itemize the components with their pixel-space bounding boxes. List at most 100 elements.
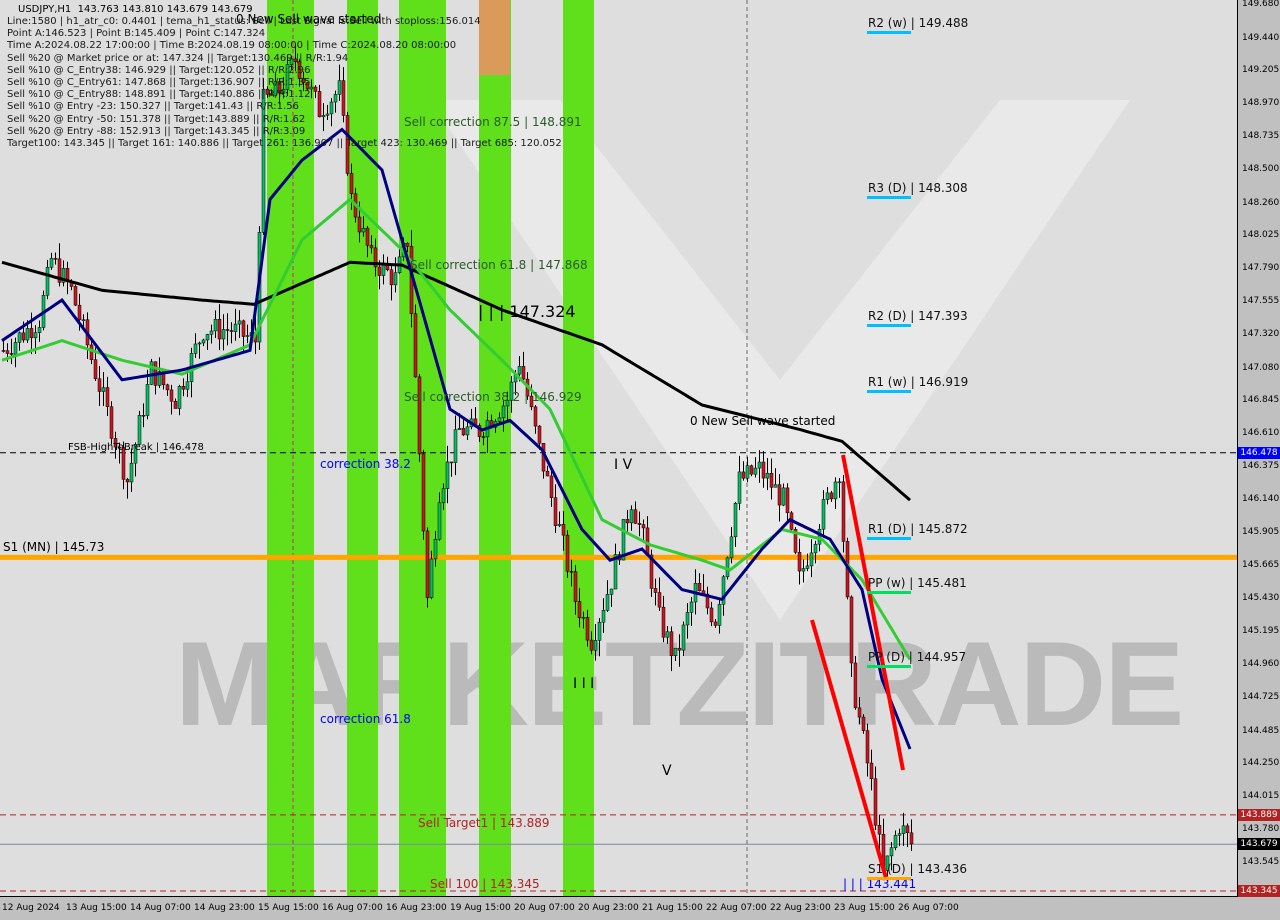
bull-candle: [333, 94, 338, 103]
bull-candle: [765, 472, 770, 479]
y-tick-label: 143.545: [1242, 856, 1280, 867]
wave-v-label: V: [662, 763, 672, 779]
pivot-line: [867, 30, 911, 34]
bull-candle: [245, 335, 250, 337]
bull-candle: [689, 601, 694, 613]
pivot-line: [867, 323, 911, 327]
bear-candle: [797, 552, 802, 572]
bear-candle: [537, 425, 542, 444]
x-tick-label: 12 Aug 2024: [2, 903, 60, 913]
bear-candle: [637, 523, 642, 525]
x-tick-label: 14 Aug 07:00: [130, 903, 191, 913]
bear-candle: [877, 825, 882, 835]
pivot-label: R2 (w) | 149.488: [868, 15, 969, 30]
bear-candle: [561, 524, 566, 536]
bear-candle: [109, 406, 114, 439]
bear-candle: [577, 601, 582, 619]
y-tick-label: 147.320: [1242, 329, 1280, 340]
y-tick-label: 148.735: [1242, 131, 1280, 142]
bull-candle: [809, 552, 814, 567]
bull-candle: [325, 113, 330, 116]
orange-band: [479, 0, 510, 75]
bull-candle: [45, 267, 50, 296]
price-tag: 146.478: [1238, 446, 1280, 459]
bull-candle: [445, 461, 450, 489]
green-band: [399, 0, 446, 896]
bull-candle: [129, 462, 134, 483]
x-tick-label: 14 Aug 23:00: [194, 903, 255, 913]
sell-100-label: Sell 100 | 143.345: [430, 877, 540, 891]
bull-candle: [33, 332, 38, 339]
bear-candle: [229, 330, 234, 332]
new-sell-wave-label: 0 New Sell wave started: [236, 12, 382, 26]
bear-candle: [905, 825, 910, 834]
bull-candle: [597, 621, 602, 641]
s1-mn-label: S1 (MN) | 145.73: [3, 540, 105, 554]
y-tick-label: 148.260: [1242, 197, 1280, 208]
bull-candle: [889, 847, 894, 857]
bear-candle: [449, 461, 454, 464]
chart-window: MARKETZITRADE USDJPY,H1 143.763 143.810 …: [0, 0, 1280, 920]
bull-candle: [17, 332, 22, 343]
bear-candle: [369, 245, 374, 249]
bear-candle: [869, 762, 874, 779]
bull-candle: [733, 503, 738, 538]
bull-candle: [49, 258, 54, 268]
bull-candle: [757, 461, 762, 469]
y-tick-label: 145.430: [1242, 593, 1280, 604]
plot-area[interactable]: MARKETZITRADE USDJPY,H1 143.763 143.810 …: [0, 0, 1238, 897]
bear-candle: [769, 472, 774, 488]
bull-candle: [745, 465, 750, 479]
bear-candle: [217, 318, 222, 340]
bull-candle: [773, 484, 778, 488]
bull-candle: [609, 588, 614, 595]
bull-candle: [221, 329, 226, 340]
bear-candle: [873, 778, 878, 826]
y-tick-label: 148.500: [1242, 164, 1280, 175]
wave-iii-label: I I I: [573, 676, 595, 692]
bull-candle: [681, 624, 686, 651]
bear-candle: [865, 730, 870, 764]
bull-candle: [201, 339, 206, 344]
bull-candle: [901, 825, 906, 834]
bear-candle: [413, 313, 418, 378]
bull-candle: [101, 387, 106, 392]
bull-candle: [593, 640, 598, 651]
bear-candle: [481, 436, 486, 438]
bull-candle: [149, 361, 154, 385]
bear-candle: [29, 328, 34, 339]
bear-candle: [777, 484, 782, 506]
bear-candle: [341, 80, 346, 116]
bear-candle: [77, 304, 82, 321]
new-sell-wave-label-2: 0 New Sell wave started: [690, 414, 836, 428]
y-tick-label: 144.015: [1242, 791, 1280, 802]
pivot-label: R1 (w) | 146.919: [868, 375, 969, 390]
bear-candle: [317, 91, 322, 118]
pivot-label: PP (w) | 145.481: [868, 576, 967, 591]
bear-candle: [625, 519, 630, 524]
bear-candle: [533, 406, 538, 427]
bear-candle: [641, 524, 646, 529]
pivot-line: [867, 591, 911, 595]
wave-iv-label: I V: [614, 457, 633, 473]
x-tick-label: 26 Aug 07:00: [898, 903, 959, 913]
symbol: USDJPY,H1: [18, 4, 72, 15]
bear-candle: [633, 509, 638, 524]
bull-candle: [237, 320, 242, 325]
bull-candle: [897, 833, 902, 836]
bull-candle: [145, 384, 150, 416]
bear-candle: [697, 583, 702, 591]
bull-candle: [629, 509, 634, 524]
bull-candle: [205, 334, 210, 341]
bull-candle: [177, 386, 182, 409]
y-tick-label: 145.195: [1242, 626, 1280, 637]
bear-candle: [713, 621, 718, 626]
bull-candle: [393, 272, 398, 286]
bear-candle: [677, 647, 682, 651]
bear-candle: [569, 570, 574, 573]
sell-correction-382: Sell correction 38.2 | 146.929: [404, 390, 582, 404]
y-tick-label: 147.790: [1242, 263, 1280, 274]
bull-candle: [433, 538, 438, 560]
bull-candle: [605, 594, 610, 611]
bear-candle: [853, 662, 858, 709]
